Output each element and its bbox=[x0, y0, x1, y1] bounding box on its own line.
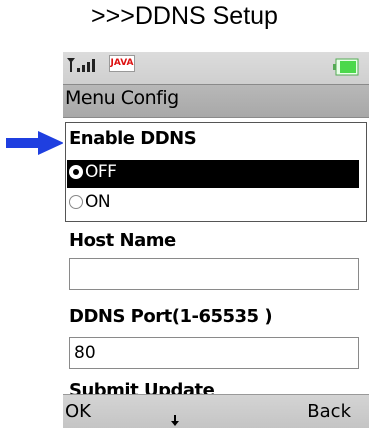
radio-option-on-label: ON bbox=[85, 192, 111, 212]
host-name-label: Host Name bbox=[69, 230, 176, 251]
battery-icon bbox=[333, 58, 359, 76]
ddns-port-value: 80 bbox=[74, 343, 96, 363]
softkey-bar: OK Back bbox=[63, 394, 369, 428]
host-name-input[interactable] bbox=[69, 258, 359, 290]
radio-option-off-label: OFF bbox=[85, 162, 117, 182]
pointer-arrow-icon bbox=[6, 131, 64, 155]
back-softkey[interactable]: Back bbox=[307, 401, 351, 422]
phone-screen: JAVA Menu Config Enable DDNS OFF ON Host… bbox=[63, 52, 369, 428]
radio-selected-icon bbox=[69, 165, 83, 179]
ok-softkey[interactable]: OK bbox=[65, 401, 91, 422]
radio-option-on[interactable]: ON bbox=[67, 190, 359, 218]
title-bar: Menu Config bbox=[63, 84, 369, 118]
enable-ddns-label: Enable DDNS bbox=[69, 128, 197, 149]
scroll-down-indicator-icon bbox=[171, 415, 179, 426]
ddns-port-label: DDNS Port(1-65535 ) bbox=[69, 306, 273, 327]
radio-option-off[interactable]: OFF bbox=[67, 160, 359, 188]
screen-title: Menu Config bbox=[65, 87, 179, 109]
radio-unselected-icon bbox=[69, 195, 83, 209]
status-bar: JAVA bbox=[63, 52, 369, 84]
ddns-port-input[interactable]: 80 bbox=[69, 337, 359, 369]
next-field-label-partial: Submit Update bbox=[69, 380, 215, 394]
signal-strength-icon bbox=[67, 58, 95, 72]
java-app-icon: JAVA bbox=[109, 55, 135, 72]
form-content: Enable DDNS OFF ON Host Name DDNS Port(1… bbox=[63, 118, 369, 394]
page-caption: >>>DDNS Setup bbox=[91, 2, 278, 30]
